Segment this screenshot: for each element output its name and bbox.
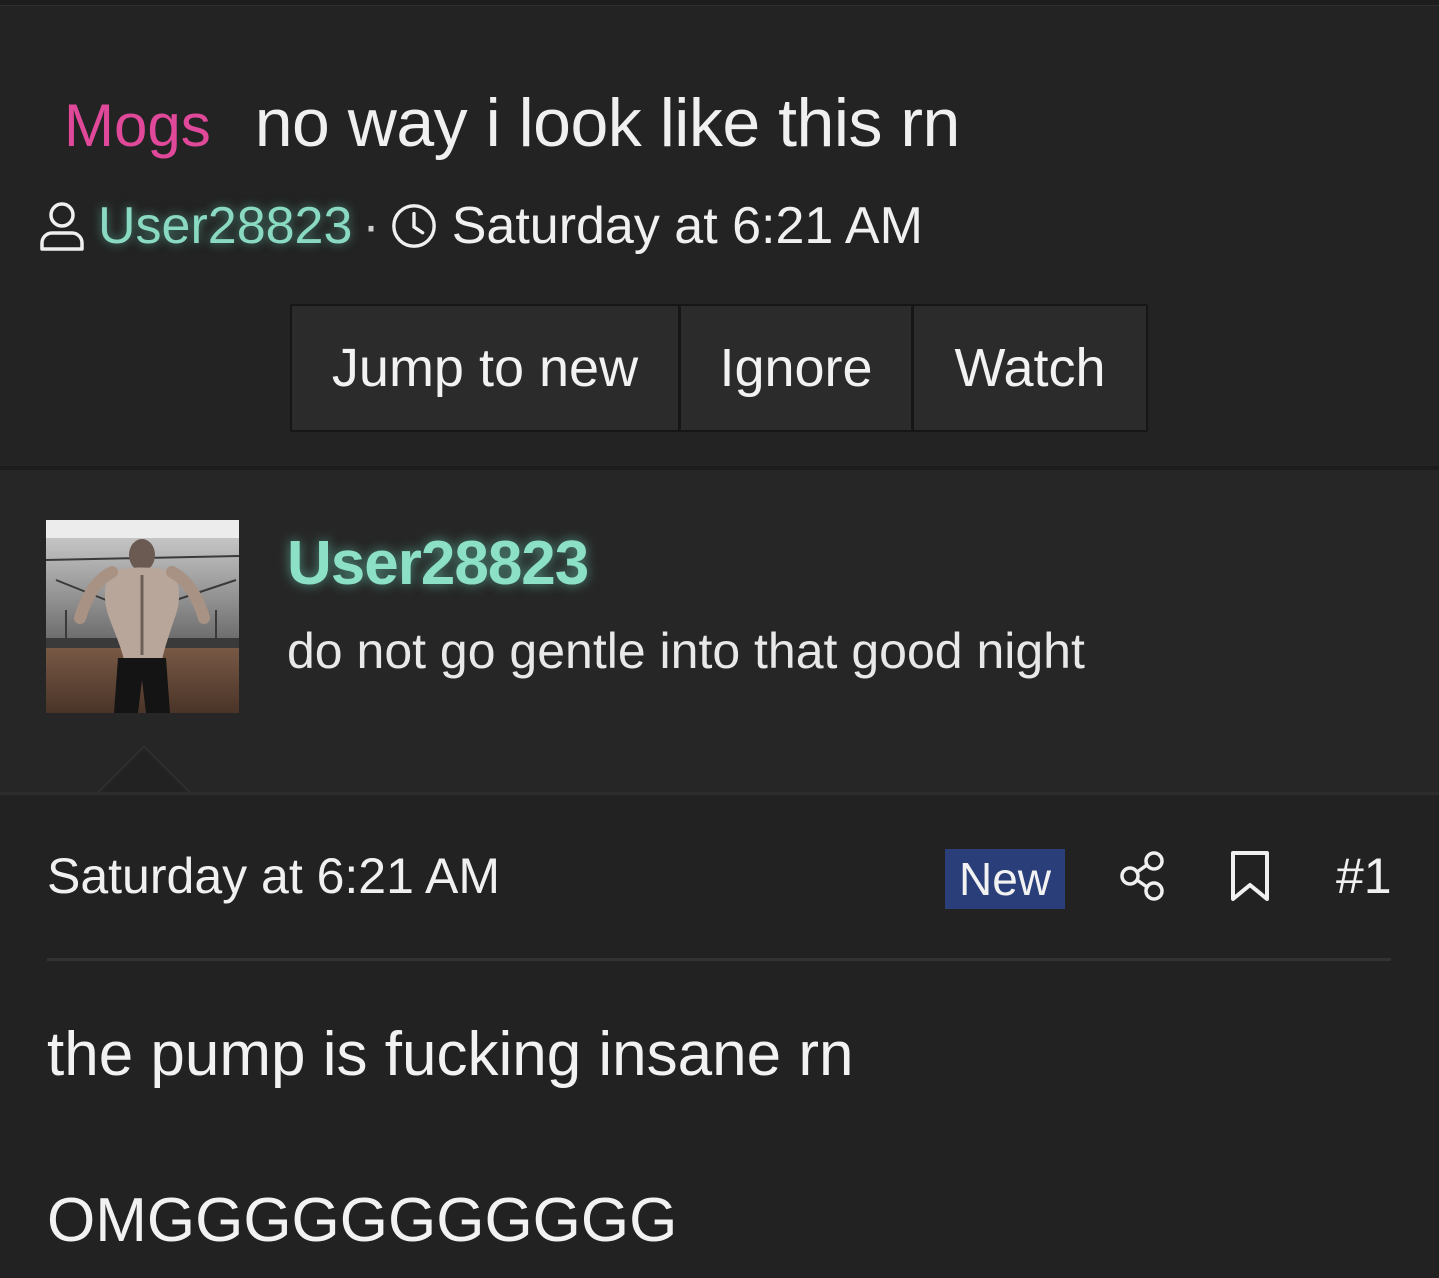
post-number-link[interactable]: #1 [1336, 847, 1392, 905]
message-user-block: User28823 do not go gentle into that goo… [0, 470, 1439, 794]
user-icon [38, 199, 86, 253]
thread-title: no way i look like this rn [254, 85, 961, 161]
ignore-button[interactable]: Ignore [681, 306, 914, 430]
thread-page: Mogs no way i look like this rn User2882… [0, 0, 1439, 1278]
clock-icon [390, 199, 438, 253]
thread-prefix-label[interactable]: Mogs [64, 91, 211, 160]
thread-action-buttons: Jump to new Ignore Watch [290, 304, 1148, 432]
post-message: Saturday at 6:21 AM New #1 the pump is f… [0, 795, 1439, 1278]
post-header-rule [47, 958, 1391, 961]
thread-start-time[interactable]: Saturday at 6:21 AM [452, 196, 923, 256]
post-body-line: OMGGGGGGGGGGG [47, 1186, 678, 1255]
bookmark-icon[interactable] [1228, 849, 1272, 903]
message-arrow [98, 748, 190, 794]
meta-separator: · [362, 197, 380, 255]
thread-meta: User28823 · Saturday at 6:21 AM [38, 196, 923, 256]
avatar[interactable] [46, 520, 239, 713]
author-signature: do not go gentle into that good night [287, 623, 1085, 679]
post-timestamp[interactable]: Saturday at 6:21 AM [47, 847, 500, 905]
author-username[interactable]: User28823 [287, 528, 589, 599]
watch-button[interactable]: Watch [914, 306, 1146, 430]
thread-title-row: Mogs no way i look like this rn [64, 84, 960, 162]
thread-starter-link[interactable]: User28823 [98, 196, 352, 256]
thread-header: Mogs no way i look like this rn User2882… [0, 6, 1439, 468]
post-body-line: the pump is fucking insane rn [47, 1020, 854, 1089]
new-badge: New [945, 849, 1065, 909]
share-icon[interactable] [1118, 849, 1168, 903]
jump-to-new-button[interactable]: Jump to new [292, 306, 681, 430]
